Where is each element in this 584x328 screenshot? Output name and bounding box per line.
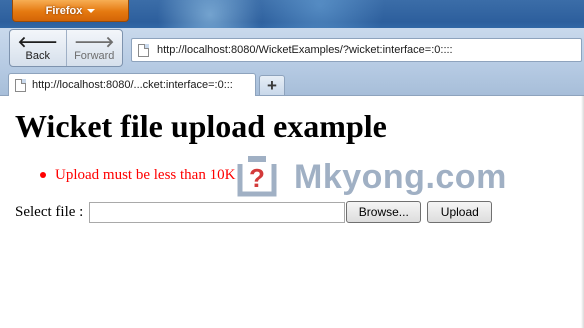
error-message: Upload must be less than 10K xyxy=(40,166,235,184)
firefox-menu-label: Firefox xyxy=(45,4,83,17)
page-content: Wicket file upload example Upload must b… xyxy=(0,96,584,328)
nav-button-group: 🡐 Back 🡒 Forward xyxy=(9,29,123,67)
upload-form: Select file : Browse... Upload xyxy=(15,201,493,223)
new-tab-button[interactable]: + xyxy=(259,75,285,95)
tab-title: http://localhost:8080/...cket:interface=… xyxy=(32,79,233,91)
feedback-panel: Upload must be less than 10K xyxy=(40,166,235,184)
tab-active[interactable]: http://localhost:8080/...cket:interface=… xyxy=(8,73,256,96)
back-label: Back xyxy=(25,49,50,62)
question-mark-icon: ? xyxy=(237,156,277,197)
forward-label: Forward xyxy=(74,49,115,62)
forward-button[interactable]: 🡒 Forward xyxy=(65,30,123,66)
dropdown-caret-icon xyxy=(87,8,96,13)
address-bar[interactable]: http://localhost:8080/WicketExamples/?wi… xyxy=(131,38,582,62)
upload-button[interactable]: Upload xyxy=(427,201,493,223)
page-icon xyxy=(15,78,26,92)
plus-icon: + xyxy=(267,76,277,95)
page-title: Wicket file upload example xyxy=(15,108,387,144)
file-path-field[interactable] xyxy=(89,201,346,223)
mkyong-watermark: ? Mkyong.com xyxy=(232,152,507,202)
browse-button[interactable]: Browse... xyxy=(346,201,422,223)
back-button[interactable]: 🡐 Back xyxy=(10,30,66,66)
back-arrow-icon: 🡐 xyxy=(17,33,58,51)
svg-text:?: ? xyxy=(249,163,265,193)
firefox-menu-button[interactable]: Firefox xyxy=(12,0,129,22)
forward-arrow-icon: 🡒 xyxy=(74,33,115,51)
watermark-text: Mkyong.com xyxy=(294,157,507,196)
page-icon xyxy=(138,43,149,57)
address-url: http://localhost:8080/WicketExamples/?wi… xyxy=(157,44,453,56)
select-file-label: Select file : xyxy=(15,203,84,220)
